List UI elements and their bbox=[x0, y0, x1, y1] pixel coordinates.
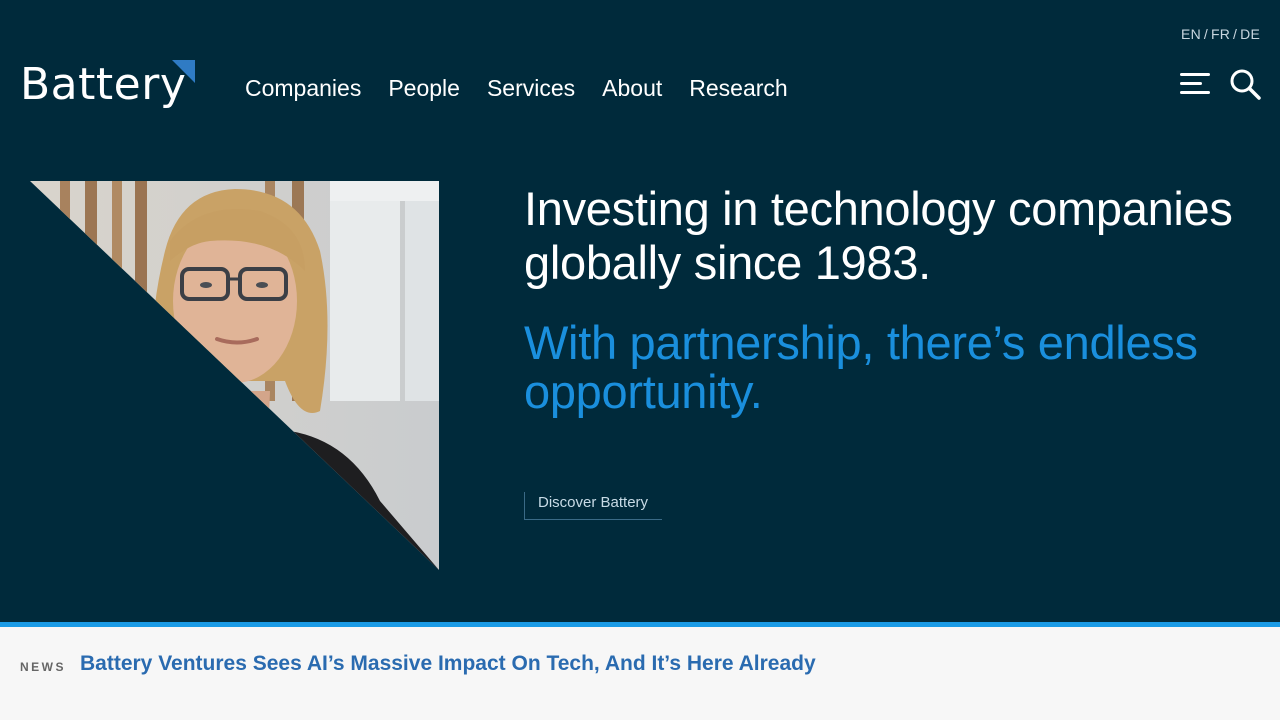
nav-item-people[interactable]: People bbox=[388, 72, 460, 104]
search-icon[interactable] bbox=[1229, 68, 1261, 100]
lang-separator: / bbox=[1203, 26, 1208, 42]
lang-fr[interactable]: FR bbox=[1211, 26, 1230, 42]
news-bar: NEWS Battery Ventures Sees AI’s Massive … bbox=[0, 627, 1280, 720]
hero-section: EN / FR / DE Battery Companies People Servic… bbox=[0, 0, 1280, 622]
discover-battery-button[interactable]: Discover Battery bbox=[524, 492, 662, 520]
hero-headline: Investing in technology companies global… bbox=[524, 182, 1233, 289]
lang-en[interactable]: EN bbox=[1181, 26, 1201, 42]
language-switcher: EN / FR / DE bbox=[1181, 26, 1260, 42]
nav-item-research[interactable]: Research bbox=[689, 72, 787, 104]
main-nav: Companies People Services About Research bbox=[245, 72, 788, 104]
news-label: NEWS bbox=[20, 660, 66, 674]
hero-subhead: With partnership, there’s endless opport… bbox=[524, 316, 1198, 418]
nav-item-companies[interactable]: Companies bbox=[245, 72, 361, 104]
hero-video-thumbnail[interactable] bbox=[30, 181, 439, 570]
logo-wordmark: Battery bbox=[20, 59, 187, 110]
lang-de[interactable]: DE bbox=[1240, 26, 1260, 42]
nav-item-services[interactable]: Services bbox=[487, 72, 575, 104]
hero-portrait-image bbox=[30, 181, 439, 570]
logo-triangle-mark bbox=[172, 60, 195, 83]
menu-icon[interactable] bbox=[1180, 71, 1210, 97]
battery-logo[interactable]: Battery bbox=[20, 60, 200, 110]
lang-separator: / bbox=[1233, 26, 1238, 42]
news-headline-link[interactable]: Battery Ventures Sees AI’s Massive Impac… bbox=[80, 652, 816, 676]
nav-item-about[interactable]: About bbox=[602, 72, 662, 104]
